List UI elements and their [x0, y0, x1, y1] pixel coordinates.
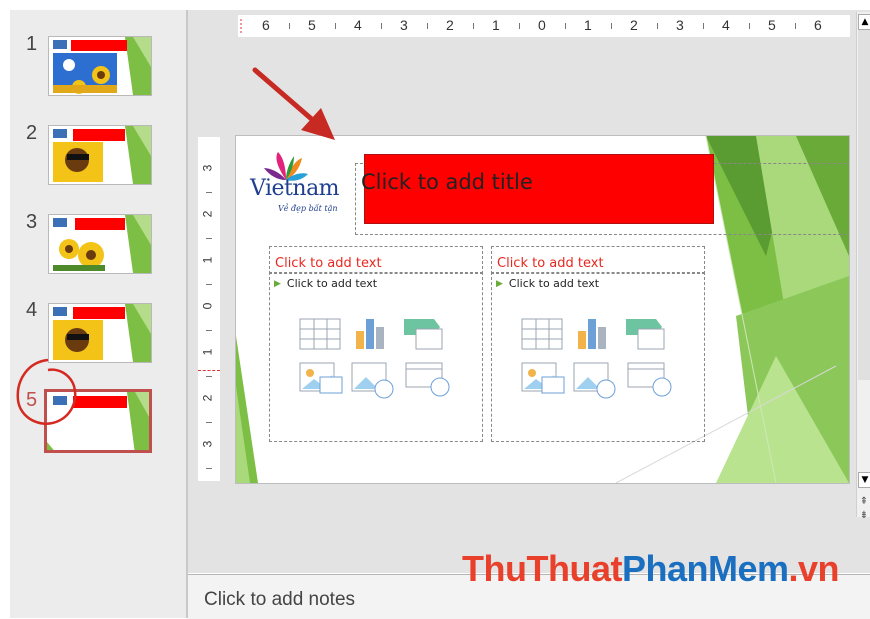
insert-picture-icon	[299, 362, 343, 394]
vertical-ruler-label: 2	[200, 394, 215, 402]
vertical-ruler-marker	[198, 370, 220, 371]
vertical-ruler-tick	[206, 468, 212, 469]
vertical-ruler-label: 1	[200, 348, 215, 356]
horizontal-ruler-label: 2	[630, 17, 638, 33]
insert-chart-icon	[578, 319, 606, 349]
thumbnail-number-4: 4	[26, 299, 38, 321]
thumbnail-number-3: 3	[26, 211, 38, 233]
horizontal-ruler-tick	[335, 23, 336, 29]
vertical-ruler-labels: 3 2 1 0 1 2 3	[198, 137, 220, 481]
horizontal-ruler-label: 1	[492, 17, 500, 33]
bullet-arrow-icon: ▶	[274, 278, 281, 289]
horizontal-ruler-tick	[657, 23, 658, 29]
next-slide-button[interactable]: ⇟	[858, 510, 870, 522]
insert-chart-icon	[356, 319, 384, 349]
horizontal-ruler-label: 4	[354, 17, 362, 33]
notes-placeholder: Click to add notes	[204, 589, 356, 610]
thumbnail-2-preview	[49, 126, 151, 184]
insert-online-picture-icon	[351, 362, 394, 399]
scroll-up-button[interactable]: ▲	[858, 14, 870, 30]
vertical-ruler-label: 3	[200, 440, 215, 448]
watermark: ThuThuatPhanMem.vn	[462, 548, 840, 589]
horizontal-ruler-label: 3	[676, 17, 684, 33]
right-insert-content-icons	[521, 318, 672, 399]
previous-slide-button[interactable]: ⇞	[858, 496, 870, 508]
horizontal-ruler-label: 3	[400, 17, 408, 33]
insert-smartart-icon	[626, 319, 665, 350]
vietnam-logo-text: Vietnam	[250, 176, 340, 201]
horizontal-ruler-tick	[565, 23, 566, 29]
vertical-ruler-tick	[206, 284, 212, 285]
horizontal-ruler-label: 4	[722, 17, 730, 33]
scrollbar-thumb[interactable]	[858, 30, 870, 380]
vertical-ruler-label: 0	[200, 302, 215, 310]
horizontal-ruler-labels: 6 5 4 3 2 1 0 1 2 3 4 5 6	[238, 15, 850, 37]
horizontal-ruler-label: 0	[538, 17, 546, 33]
scroll-down-button[interactable]: ▼	[858, 472, 870, 488]
insert-smartart-icon	[404, 319, 443, 350]
slide-canvas[interactable]: Vietnam Vẻ đẹp bất tận Click to add titl…	[235, 135, 850, 484]
vertical-ruler-tick	[206, 376, 212, 377]
bullet-arrow-icon: ▶	[496, 278, 503, 289]
slide-thumbnail-2[interactable]	[48, 125, 152, 185]
right-content-placeholder[interactable]: ▶ Click to add text	[491, 272, 705, 442]
annotation-circle	[16, 358, 77, 425]
horizontal-ruler-label: 5	[308, 17, 316, 33]
horizontal-ruler-tick	[611, 23, 612, 29]
vertical-scrollbar[interactable]: ▲ ▼ ⇞ ⇟	[856, 12, 870, 521]
vertical-ruler-label: 1	[200, 256, 215, 264]
left-bullet-text: Click to add text	[286, 277, 378, 290]
vertical-ruler-tick	[206, 422, 212, 423]
horizontal-ruler-label: 2	[446, 17, 454, 33]
thumbnail-number-1: 1	[26, 33, 38, 55]
annotation-arrow-icon	[252, 67, 335, 140]
horizontal-ruler-label: 6	[262, 17, 270, 33]
insert-table-icon	[299, 318, 341, 350]
insert-video-icon	[405, 362, 450, 397]
horizontal-ruler-label: 6	[814, 17, 822, 33]
right-text-header-box[interactable]: Click to add text	[491, 246, 705, 274]
left-text-header: Click to add text	[275, 256, 382, 271]
slide-thumbnail-1[interactable]	[48, 36, 152, 96]
insert-online-picture-icon	[573, 362, 616, 399]
horizontal-ruler-tick	[289, 23, 290, 29]
vertical-ruler-label: 3	[200, 164, 215, 172]
vertical-ruler-label: 2	[200, 210, 215, 218]
insert-video-icon	[627, 362, 672, 397]
horizontal-ruler-tick	[703, 23, 704, 29]
left-content-placeholder[interactable]: ▶ Click to add text	[269, 272, 483, 442]
left-insert-content-icons	[299, 318, 450, 399]
horizontal-ruler-tick	[473, 23, 474, 29]
insert-picture-icon	[521, 362, 565, 394]
vietnam-logo-tagline: Vẻ đẹp bất tận	[278, 204, 338, 213]
horizontal-ruler-tick	[795, 23, 796, 29]
right-text-header: Click to add text	[497, 256, 604, 271]
horizontal-ruler-tick	[749, 23, 750, 29]
horizontal-ruler-tick	[381, 23, 382, 29]
thumbnail-3-preview	[49, 215, 151, 273]
left-text-header-box[interactable]: Click to add text	[269, 246, 483, 274]
thumbnail-1-preview	[49, 37, 151, 95]
title-placeholder-text: Click to add title	[361, 170, 533, 194]
horizontal-ruler-label: 1	[584, 17, 592, 33]
horizontal-ruler-tick	[427, 23, 428, 29]
vertical-ruler-tick	[206, 192, 212, 193]
thumbnail-number-2: 2	[26, 122, 38, 144]
vertical-ruler-tick	[206, 238, 212, 239]
horizontal-ruler-label: 5	[768, 17, 776, 33]
vertical-ruler-tick	[206, 330, 212, 331]
horizontal-ruler-tick	[519, 23, 520, 29]
insert-table-icon	[521, 318, 563, 350]
title-placeholder[interactable]: Click to add title	[361, 154, 714, 224]
right-bullet-text: Click to add text	[508, 277, 600, 290]
slide-thumbnail-3[interactable]	[48, 214, 152, 274]
